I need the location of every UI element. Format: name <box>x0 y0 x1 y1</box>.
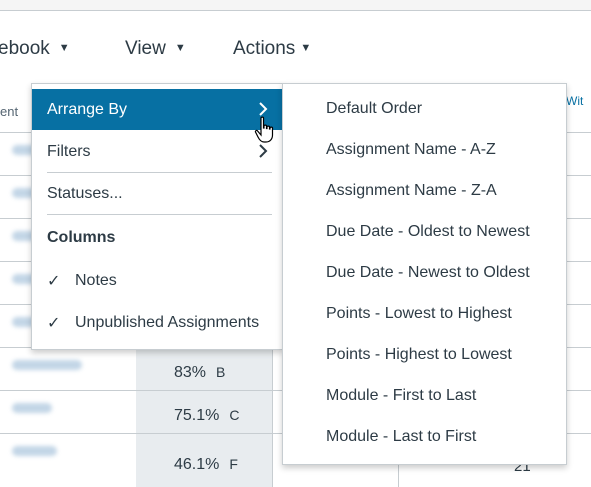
arrange-option-label: Module - First to Last <box>326 386 477 404</box>
arrange-option-label: Module - Last to First <box>326 427 477 445</box>
view-menu-label: View <box>125 38 166 59</box>
arrange-option-label: Default Order <box>326 99 423 117</box>
column-header-link[interactable]: Wit <box>566 94 583 108</box>
checkmark-icon: ✓ <box>47 314 61 332</box>
arrange-option-label: Due Date - Oldest to Newest <box>326 222 530 240</box>
grade-percent: 75.1% C <box>174 407 240 425</box>
arrange-option[interactable]: Points - Lowest to Highest <box>283 293 566 334</box>
chevron-right-icon <box>259 144 268 158</box>
grade-letter: C <box>229 407 240 423</box>
columns-heading: Columns <box>32 217 283 258</box>
arrange-option-label: Due Date - Newest to Oldest <box>326 263 530 281</box>
gradebook-menubar: ebook ▼ View ▼ Actions ▼ <box>0 28 591 72</box>
arrange-option[interactable]: Default Order <box>283 88 566 129</box>
checkmark-icon: ✓ <box>47 272 61 290</box>
arrange-option[interactable]: Due Date - Newest to Oldest <box>283 252 566 293</box>
student-name-cell[interactable] <box>0 391 137 434</box>
arrange-option-label: Assignment Name - A-Z <box>326 140 496 158</box>
grade-percent-value: 46.1% <box>174 456 220 473</box>
grade-letter: B <box>216 364 226 380</box>
grade-percent-value: 75.1% <box>174 407 220 424</box>
caret-down-icon: ▼ <box>58 42 70 54</box>
actions-menu[interactable]: Actions ▼ <box>233 38 311 60</box>
arrange-option-label: Points - Lowest to Highest <box>326 304 512 322</box>
arrange-option[interactable]: Due Date - Oldest to Newest <box>283 211 566 252</box>
caret-down-icon: ▼ <box>300 42 312 54</box>
caret-down-icon: ▼ <box>174 42 186 54</box>
arrange-by-label: Arrange By <box>47 100 128 118</box>
view-dropdown-menu: Arrange By Filters Statuses... Columns ✓… <box>31 83 284 350</box>
top-strip <box>0 0 591 11</box>
arrange-option[interactable]: Points - Highest to Lowest <box>283 334 566 375</box>
redacted-name <box>12 403 52 413</box>
arrange-option[interactable]: Module - First to Last <box>283 375 566 416</box>
redacted-name <box>12 360 82 370</box>
menu-item-unpublished-assignments[interactable]: ✓ Unpublished Assignments <box>32 302 283 343</box>
grade-percent-value: 83% <box>174 364 207 381</box>
grade-cell[interactable]: 75.1% C <box>136 391 273 434</box>
gradebook-menu[interactable]: ebook ▼ <box>0 38 70 60</box>
notes-label: Notes <box>75 271 117 289</box>
filters-label: Filters <box>47 142 91 160</box>
columns-heading-label: Columns <box>47 228 116 246</box>
arrange-option[interactable]: Module - Last to First <box>283 416 566 457</box>
grade-cell[interactable]: 83% B <box>136 348 273 391</box>
menu-divider <box>47 214 272 215</box>
gradebook-menu-label: ebook <box>0 38 50 59</box>
arrange-by-submenu: Default Order Assignment Name - A-Z Assi… <box>282 83 567 465</box>
menu-item-filters[interactable]: Filters <box>32 131 283 172</box>
arrange-option[interactable]: Assignment Name - Z-A <box>283 170 566 211</box>
student-name-cell[interactable] <box>0 434 137 487</box>
arrange-option-label: Assignment Name - Z-A <box>326 181 497 199</box>
chevron-right-icon <box>259 102 268 116</box>
statuses-label: Statuses... <box>47 184 123 202</box>
unpublished-label: Unpublished Assignments <box>75 313 260 331</box>
grade-percent: 46.1% F <box>174 456 238 474</box>
menu-item-arrange-by[interactable]: Arrange By <box>32 89 283 130</box>
grade-cell[interactable]: 46.1% F <box>136 434 273 487</box>
view-menu[interactable]: View ▼ <box>125 38 186 60</box>
redacted-name <box>12 446 57 456</box>
arrange-option[interactable]: Assignment Name - A-Z <box>283 129 566 170</box>
menu-item-notes[interactable]: ✓ Notes <box>32 260 283 301</box>
student-name-cell[interactable] <box>0 348 137 391</box>
menu-item-statuses[interactable]: Statuses... <box>32 173 283 214</box>
grade-letter: F <box>229 456 238 472</box>
actions-menu-label: Actions <box>233 38 296 59</box>
hand-pointer-icon <box>254 116 274 143</box>
arrange-option-label: Points - Highest to Lowest <box>326 345 512 363</box>
grade-percent: 83% B <box>174 364 225 382</box>
